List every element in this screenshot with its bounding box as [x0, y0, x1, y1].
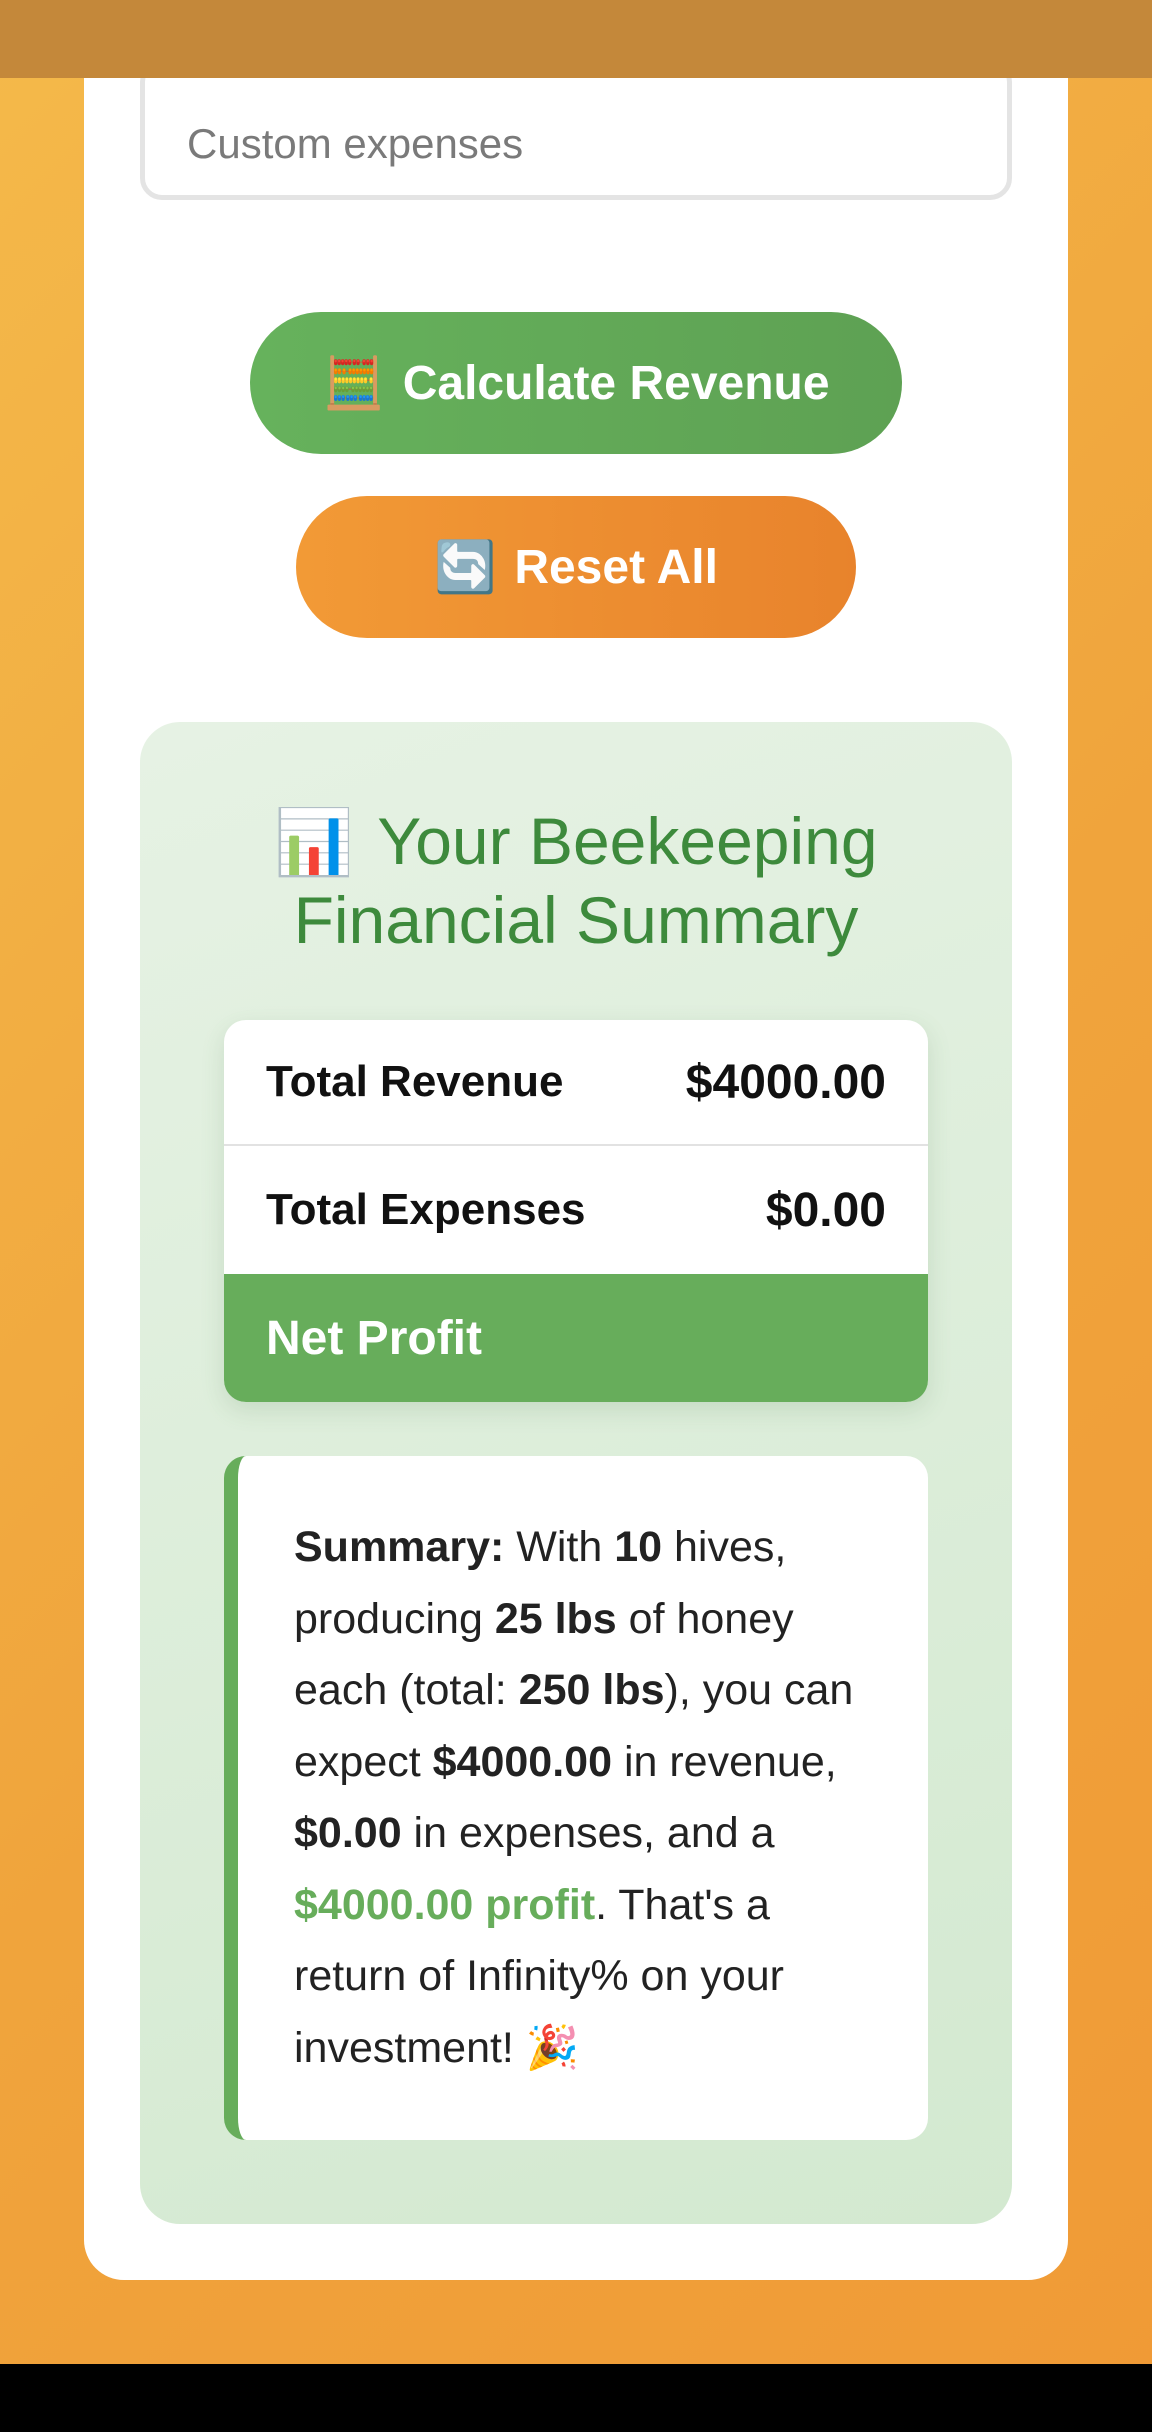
- net-profit-label: Net Profit: [266, 1311, 482, 1365]
- total-expenses-row: Total Expenses $0.00: [224, 1146, 928, 1274]
- custom-expenses-input[interactable]: [140, 60, 1012, 200]
- total-revenue-label: Total Revenue: [266, 1057, 564, 1106]
- summary-lbs-per-hive: 25 lbs: [494, 1594, 617, 1643]
- calculate-revenue-button[interactable]: 🧮 Calculate Revenue: [250, 312, 902, 454]
- results-panel: 📊 Your Beekeeping Financial Summary Tota…: [140, 722, 1012, 2224]
- total-revenue-value: $4000.00: [685, 1055, 886, 1109]
- results-title-text: Your Beekeeping Financial Summary: [293, 804, 878, 957]
- bar-chart-icon: 📊: [274, 806, 355, 878]
- system-navigation-bar: [0, 2364, 1152, 2432]
- net-profit-row: Net Profit: [224, 1274, 928, 1402]
- total-expenses-value: $0.00: [765, 1183, 886, 1237]
- summary-text-5: in revenue,: [612, 1737, 837, 1786]
- abacus-icon: 🧮: [322, 355, 385, 411]
- top-bar: [0, 0, 1152, 78]
- reset-all-label: Reset All: [514, 540, 718, 594]
- calculate-revenue-label: Calculate Revenue: [402, 356, 830, 410]
- party-popper-icon: 🎉: [525, 2023, 580, 2072]
- summary-expenses: $0.00: [294, 1809, 402, 1857]
- results-title: 📊 Your Beekeeping Financial Summary: [140, 802, 1012, 959]
- reset-all-button[interactable]: 🔄 Reset All: [296, 496, 856, 638]
- summary-revenue: $4000.00: [432, 1737, 612, 1786]
- summary-hives: 10: [614, 1523, 663, 1571]
- refresh-icon: 🔄: [434, 539, 497, 595]
- summary-text-box: Summary: With 10 hives, producing 25 lbs…: [224, 1456, 928, 2140]
- summary-paragraph: Summary: With 10 hives, producing 25 lbs…: [294, 1512, 888, 2084]
- summary-total-lbs: 250 lbs: [518, 1666, 665, 1714]
- financial-summary-table: Total Revenue $4000.00 Total Expenses $0…: [224, 1020, 928, 1402]
- total-expenses-label: Total Expenses: [266, 1185, 586, 1234]
- summary-profit: $4000.00 profit: [294, 1880, 596, 1929]
- total-revenue-row: Total Revenue $4000.00: [224, 1020, 928, 1146]
- summary-text-6: in expenses, and a: [401, 1809, 775, 1857]
- summary-text-1: With: [504, 1523, 615, 1571]
- summary-lead: Summary:: [294, 1523, 505, 1571]
